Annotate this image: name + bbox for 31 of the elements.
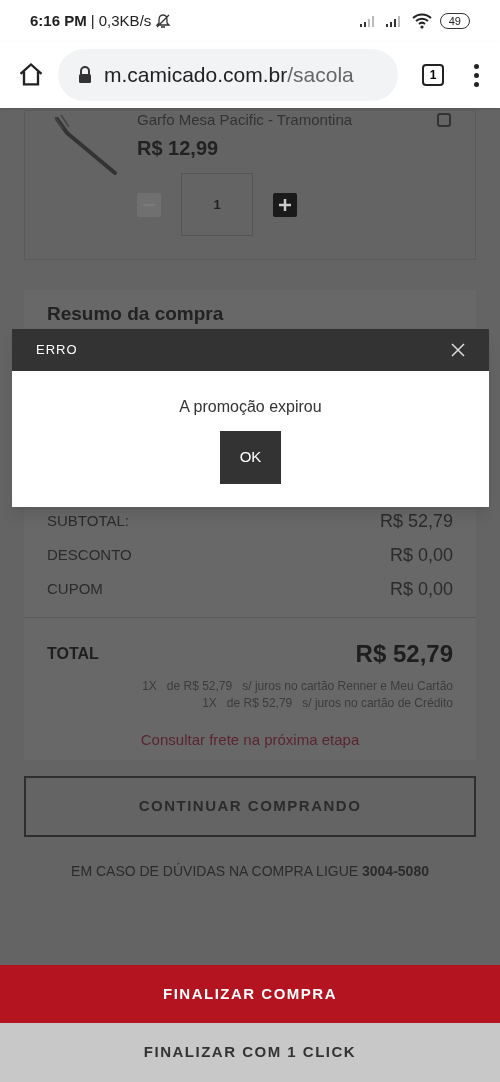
total-value: R$ 52,79 xyxy=(355,638,453,669)
lock-icon xyxy=(78,66,92,84)
help-text: EM CASO DE DÚVIDAS NA COMPRA LIGUE 3004-5080 xyxy=(71,863,429,879)
close-icon xyxy=(451,343,465,357)
product-price: R$ 12,99 xyxy=(137,136,220,161)
close-button[interactable] xyxy=(451,343,465,357)
menu-button[interactable] xyxy=(472,63,480,87)
home-icon xyxy=(17,61,45,89)
url-text: m.camicado.com.br/sacola xyxy=(104,62,354,89)
tab-count-button[interactable]: 1 xyxy=(422,64,444,86)
summary-title: Resumo da compra xyxy=(47,302,225,326)
summary-label: CUPOM xyxy=(47,579,103,600)
increase-button[interactable] xyxy=(273,192,297,217)
summary-label: DESCONTO xyxy=(47,545,132,566)
plus-icon xyxy=(278,197,292,212)
one-click-checkout-button[interactable]: FINALIZAR COM 1 CLICK xyxy=(0,1023,500,1082)
status-time: 6:16 PM xyxy=(30,10,87,31)
dialog-title: ERRO xyxy=(36,341,78,360)
summary-value: R$ 0,00 xyxy=(389,544,453,567)
total-label: TOTAL xyxy=(47,643,99,664)
ok-button[interactable]: OK xyxy=(220,431,281,484)
finalize-purchase-button[interactable]: FINALIZAR COMPRA xyxy=(0,965,500,1023)
network-speed: | 0,3KB/s xyxy=(90,10,152,31)
summary-value: R$ 52,79 xyxy=(379,510,453,533)
muted-bell-icon xyxy=(155,13,172,29)
summary-value: R$ 0,00 xyxy=(389,578,453,601)
summary-label: SUBTOTAL: xyxy=(47,511,129,532)
dialog-message: A promoção expirou xyxy=(179,397,322,417)
shipping-note: Consultar frete na próxima etapa xyxy=(140,730,360,748)
address-bar[interactable]: m.camicado.com.br/sacola xyxy=(58,49,398,101)
wifi-icon xyxy=(411,13,432,29)
